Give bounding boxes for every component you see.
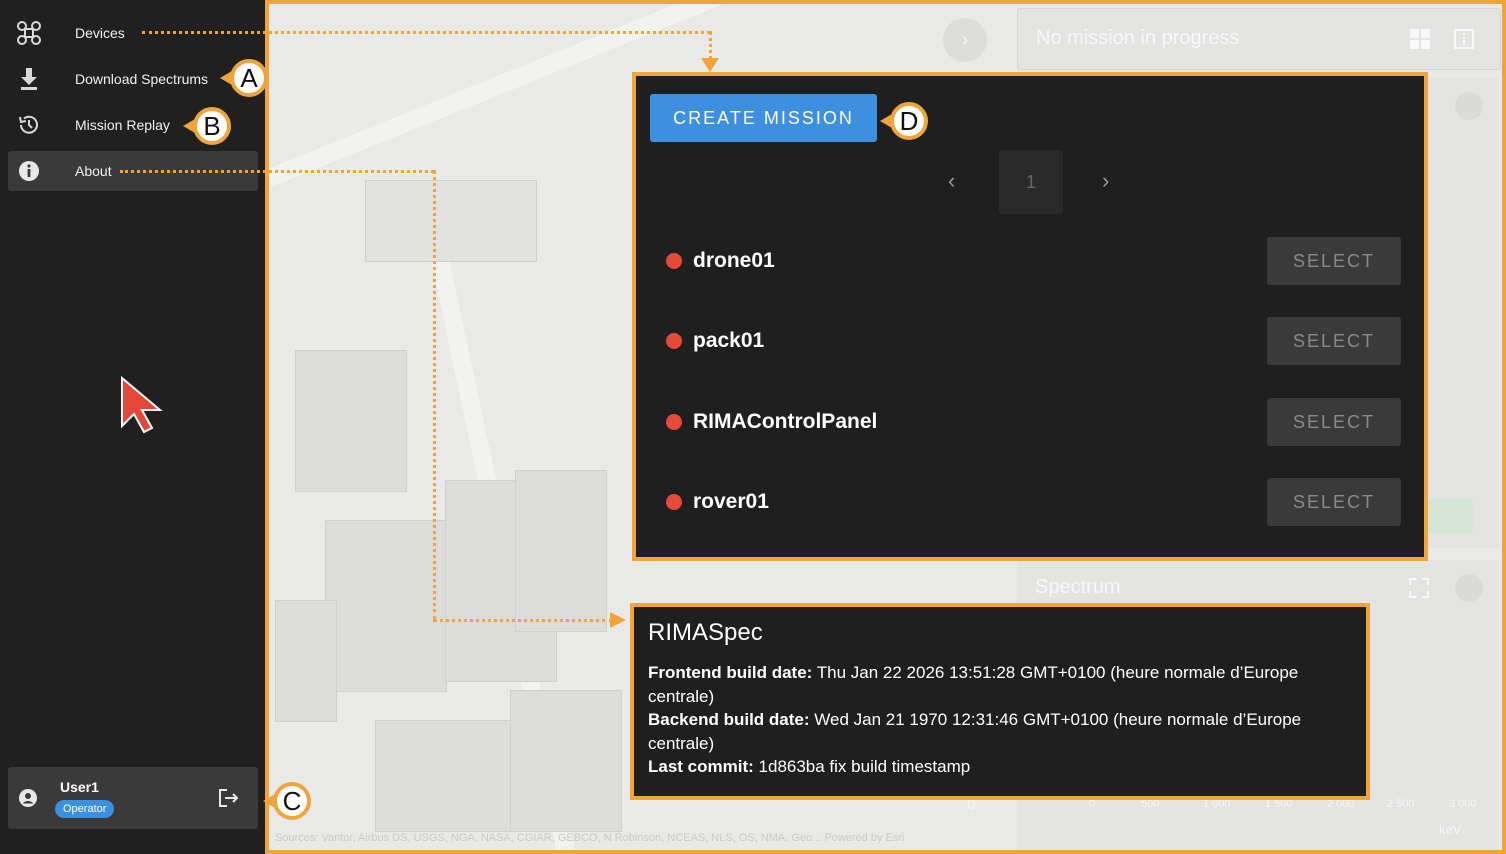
chevron-left-icon[interactable]: ‹ (948, 168, 955, 194)
chevron-right-icon: › (961, 28, 969, 51)
x-tick-label: 3 000 (1449, 798, 1477, 810)
drone-icon (8, 20, 50, 46)
frontend-label: Frontend build date: (648, 663, 813, 682)
user-panel: User1 Operator (8, 767, 258, 829)
device-name: drone01 (693, 249, 775, 272)
sidebar-item-label: Devices (75, 25, 125, 41)
collapse-icon[interactable] (1455, 92, 1483, 120)
device-row: drone01 SELECT (666, 237, 1401, 285)
mission-status-bar: No mission in progress (1017, 8, 1501, 70)
commit-value: 1d863ba fix build timestamp (758, 757, 971, 776)
download-icon (8, 67, 50, 91)
commit-label: Last commit: (648, 757, 754, 776)
grid-view-icon[interactable] (1410, 29, 1430, 54)
connector-line (433, 619, 613, 622)
history-icon (8, 113, 50, 137)
role-badge: Operator (55, 800, 115, 818)
callout-d: D (880, 102, 928, 140)
device-name: rover01 (693, 490, 769, 513)
mouse-cursor-icon (121, 376, 163, 434)
device-status-dot (666, 253, 682, 269)
device-status-dot (666, 333, 682, 349)
info-panel-icon[interactable] (1454, 29, 1474, 54)
arrow-down-icon (701, 58, 719, 72)
arrow-right-icon (610, 612, 626, 628)
device-status-dot (666, 414, 682, 430)
select-device-button[interactable]: SELECT (1267, 478, 1401, 526)
device-row: RIMAControlPanel SELECT (666, 398, 1401, 446)
connector-line (433, 170, 436, 620)
expand-panel-button[interactable]: › (943, 18, 987, 62)
user-avatar-icon (19, 789, 37, 812)
select-device-button[interactable]: SELECT (1267, 237, 1401, 285)
backend-label: Backend build date: (648, 710, 810, 729)
sidebar-item-label: Download Spectrums (75, 71, 209, 87)
page-number[interactable]: 1 (999, 150, 1063, 214)
user-name: User1 (60, 779, 99, 795)
device-name: pack01 (693, 329, 765, 352)
device-status-dot (666, 494, 682, 510)
last-commit: Last commit: 1d863ba fix build timestamp (648, 755, 1352, 779)
callout-b: B (183, 107, 231, 145)
device-row: rover01 SELECT (666, 478, 1401, 526)
callout-c: C (263, 782, 311, 820)
collapse-spectrum-icon[interactable] (1455, 574, 1483, 602)
connector-line (142, 31, 710, 34)
select-device-button[interactable]: SELECT (1267, 317, 1401, 365)
map-credits: Sources: Vantor, Airbus DS, USGS, NGA, N… (275, 832, 905, 844)
x-tick-label: 2 500 (1387, 798, 1415, 810)
create-mission-button[interactable]: CREATE MISSION (650, 94, 877, 142)
spectrum-title: Spectrum (1035, 576, 1121, 598)
callout-a: A (220, 59, 268, 97)
x-axis-unit: keV (1439, 822, 1462, 837)
fullscreen-icon[interactable] (1409, 578, 1429, 603)
frontend-build-date: Frontend build date: Thu Jan 22 2026 13:… (648, 661, 1352, 708)
sidebar-item-label: Mission Replay (75, 117, 170, 133)
mission-status-text: No mission in progress (1036, 27, 1240, 49)
info-icon (8, 160, 50, 182)
connector-line (120, 170, 434, 173)
device-row: pack01 SELECT (666, 317, 1401, 365)
chevron-right-icon[interactable]: › (1102, 168, 1109, 194)
device-name: RIMAControlPanel (693, 410, 878, 433)
backend-build-date: Backend build date: Wed Jan 21 1970 12:3… (648, 708, 1352, 755)
about-title: RIMASpec (648, 619, 763, 646)
logout-icon[interactable] (219, 789, 239, 812)
select-device-button[interactable]: SELECT (1267, 398, 1401, 446)
about-popup: RIMASpec Frontend build date: Thu Jan 22… (630, 603, 1370, 800)
devices-popup: CREATE MISSION ‹ 1 › drone01 SELECT pack… (632, 72, 1428, 561)
sidebar-item-label: About (75, 163, 112, 179)
